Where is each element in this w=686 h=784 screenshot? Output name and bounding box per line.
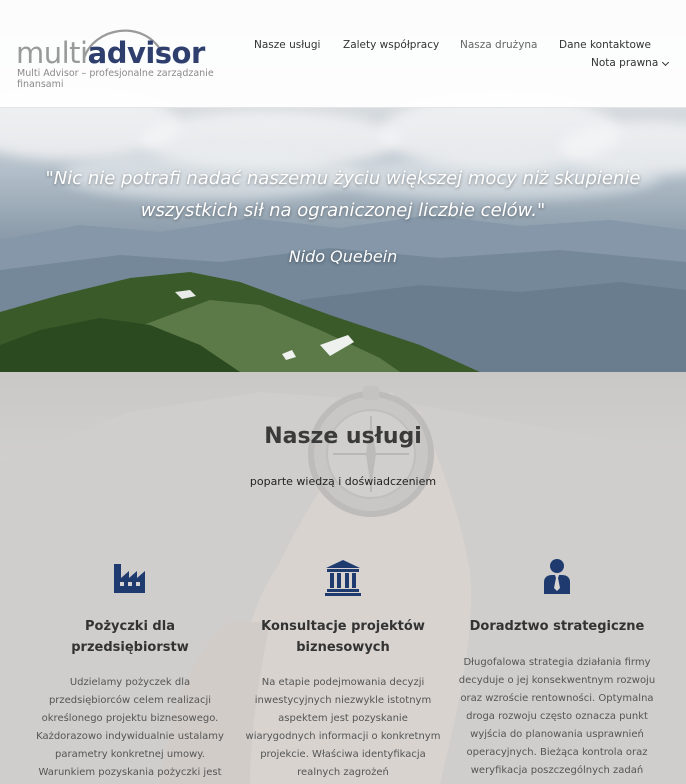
service-description: Udzielamy pożyczek dla przedsiębiorców c… (36, 677, 224, 778)
hero-quote: "Nic nie potrafi nadać naszemu życiu wię… (45, 168, 641, 221)
service-card-loans: Pożyczki dla przedsiębiorstw Udzielamy p… (30, 558, 230, 782)
service-description: Na etapie podejmowania decyzji inwestycy… (245, 677, 441, 778)
factory-icon (114, 564, 145, 593)
nav-item-nota-prawna[interactable]: Nota prawna (591, 57, 658, 69)
service-card-consulting: Konsultacje projektów biznesowych Na eta… (243, 558, 443, 782)
nav-item-nasza-druzyna[interactable]: Nasza drużyna (460, 39, 538, 51)
nav-item-nasze-uslugi[interactable]: Nasze usługi (254, 39, 320, 51)
service-title: Pożyczki dla przedsiębiorstw (71, 619, 189, 655)
services-title: Nasze usługi (264, 424, 422, 449)
services-subtitle: poparte wiedzą i doświadczeniem (249, 475, 437, 488)
main-navigation: Nasze usługi Zalety współpracy Nasza dru… (0, 38, 686, 78)
service-title: Konsultacje projektów biznesowych (261, 619, 425, 655)
nav-item-dane-kontaktowe[interactable]: Dane kontaktowe (559, 39, 651, 51)
site-header: multiadvisor Multi Advisor – profesjonal… (0, 0, 686, 108)
chevron-down-icon[interactable] (661, 58, 670, 67)
service-card-strategy: Doradztwo strategiczne Długofalowa strat… (457, 558, 657, 780)
businessman-icon (544, 559, 570, 594)
hero-quote-author: Nido Quebein (288, 247, 398, 266)
service-title: Doradztwo strategiczne (469, 619, 645, 634)
bank-building-icon (325, 560, 361, 596)
services-section: Nasze usługi poparte wiedzą i doświadcze… (0, 372, 686, 784)
nav-item-zalety-wspolpracy[interactable]: Zalety współpracy (343, 39, 439, 51)
service-description: Długofalowa strategia działania firmy de… (458, 657, 656, 776)
